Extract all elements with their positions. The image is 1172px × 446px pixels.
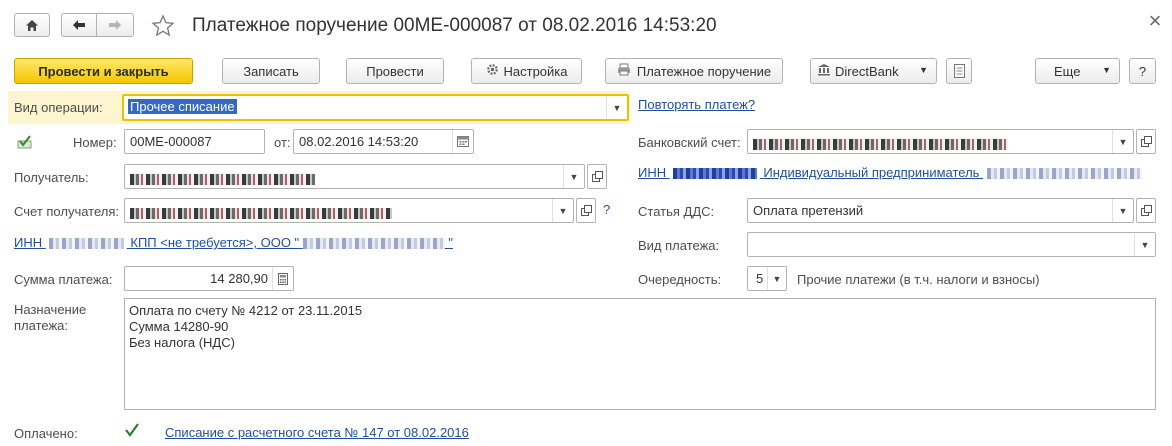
checkmark-icon [125,423,139,437]
window-title: Платежное поручение 00МЕ-000087 от 08.02… [192,15,717,36]
open-icon [1140,136,1152,147]
chevron-down-icon[interactable]: ▼ [1112,130,1133,153]
recipient-account-help-link[interactable]: ? [603,202,610,217]
directbank-button[interactable]: DirectBank ▼ [810,58,937,84]
purpose-line: Оплата по счету № 4212 от 23.11.2015 [129,303,363,318]
operation-type-label: Вид операции: [14,100,103,115]
posted-check-icon [17,135,33,152]
operation-type-value: Прочее списание [128,99,237,114]
chevron-down-icon[interactable]: ▼ [1112,199,1133,222]
amount-label: Сумма платежа: [14,272,113,287]
priority-label: Очередность: [638,272,722,287]
printer-icon [617,63,631,79]
recipient-select[interactable]: ▼ [124,164,585,189]
repeat-payment-link[interactable]: Повторять платеж? [638,97,755,112]
arrow-right-icon [109,20,121,30]
amount-field[interactable]: 14 280,90 [124,266,294,291]
company-name-redacted [302,238,445,250]
gear-icon [486,63,499,79]
date-label: от: [274,135,291,150]
purpose-textarea[interactable]: Оплата по счету № 4212 от 23.11.2015 Сум… [124,298,1156,410]
paid-checkbox[interactable] [124,422,140,438]
chevron-down-icon[interactable]: ▼ [767,267,786,290]
purpose-line: Без налога (НДС) [129,335,235,350]
payment-type-select[interactable]: ▼ [747,232,1156,257]
dds-item-open-button[interactable] [1136,198,1156,223]
purpose-label-line2: платежа: [14,318,68,333]
recipient-value-redacted [130,171,315,186]
number-field[interactable]: 00МЕ-000087 [124,129,265,154]
document-icon [953,64,965,78]
recipient-label: Получатель: [14,170,89,185]
report-button[interactable] [946,58,972,84]
recipient-inn-redacted [48,238,124,250]
chevron-down-icon[interactable]: ▼ [606,96,627,119]
dds-item-select[interactable]: Оплата претензий ▼ [747,198,1134,223]
entrepreneur-name-redacted [987,168,1143,180]
back-button[interactable] [61,13,97,37]
date-field[interactable]: 08.02.2016 14:53:20 [293,129,474,154]
arrow-left-icon [73,20,85,30]
settings-button-label: Настройка [503,63,568,79]
recipient-account-value-redacted [130,205,392,220]
recipient-inn-kpp-link[interactable]: ИНН КПП <не требуется>, ООО " " [14,235,453,250]
calendar-icon[interactable] [452,130,473,153]
bank-account-label: Банковский счет: [638,135,741,150]
bank-icon [817,63,831,79]
directbank-label: DirectBank [835,63,899,79]
settings-button[interactable]: Настройка [471,58,582,84]
home-icon [26,19,38,31]
open-icon [591,171,603,182]
more-button[interactable]: Еще ▼ [1035,58,1120,84]
payment-type-label: Вид платежа: [638,238,720,253]
priority-description: Прочие платежи (в т.ч. налоги и взносы) [797,272,1040,287]
bank-account-select[interactable]: ▼ [747,129,1134,154]
print-payment-order-button[interactable]: Платежное поручение [605,58,783,84]
paid-document-link[interactable]: Списание с расчетного счета № 147 от 08.… [165,425,469,440]
dds-item-label: Статья ДДС: [638,204,715,219]
post-and-close-button[interactable]: Провести и закрыть [14,58,193,84]
chevron-down-icon: ▼ [1102,65,1111,75]
help-button[interactable]: ? [1129,58,1156,84]
home-button[interactable] [14,13,50,37]
bank-account-value-redacted [753,136,1008,151]
purpose-label-line1: Назначение [14,302,87,317]
purpose-line: Сумма 14280-90 [129,319,229,334]
bank-inn-link[interactable]: ИНН Индивидуальный предприниматель [638,165,1143,180]
recipient-open-button[interactable] [587,164,607,189]
paid-label: Оплачено: [14,426,78,441]
chevron-down-icon[interactable]: ▼ [1134,233,1155,256]
calculator-icon[interactable] [272,267,293,290]
forward-button[interactable] [96,13,134,37]
recipient-account-label: Счет получателя: [14,204,120,219]
more-label: Еще [1054,63,1081,79]
inn-value-redacted [672,168,757,180]
recipient-account-open-button[interactable] [576,198,596,223]
chevron-down-icon[interactable]: ▼ [563,165,584,188]
favorite-star-icon[interactable] [151,14,175,38]
operation-type-select[interactable]: Прочее списание ▼ [122,94,629,121]
print-button-label: Платежное поручение [636,63,772,79]
chevron-down-icon: ▼ [919,65,928,75]
bank-account-open-button[interactable] [1136,129,1156,154]
open-icon [1140,205,1152,216]
recipient-account-select[interactable]: ▼ [124,198,574,223]
post-button[interactable]: Провести [346,58,444,84]
chevron-down-icon[interactable]: ▼ [552,199,573,222]
open-icon [580,205,592,216]
close-icon[interactable]: × [1146,10,1164,32]
save-button[interactable]: Записать [222,58,320,84]
priority-select[interactable]: 5 ▼ [747,266,787,291]
number-label: Номер: [73,135,117,150]
